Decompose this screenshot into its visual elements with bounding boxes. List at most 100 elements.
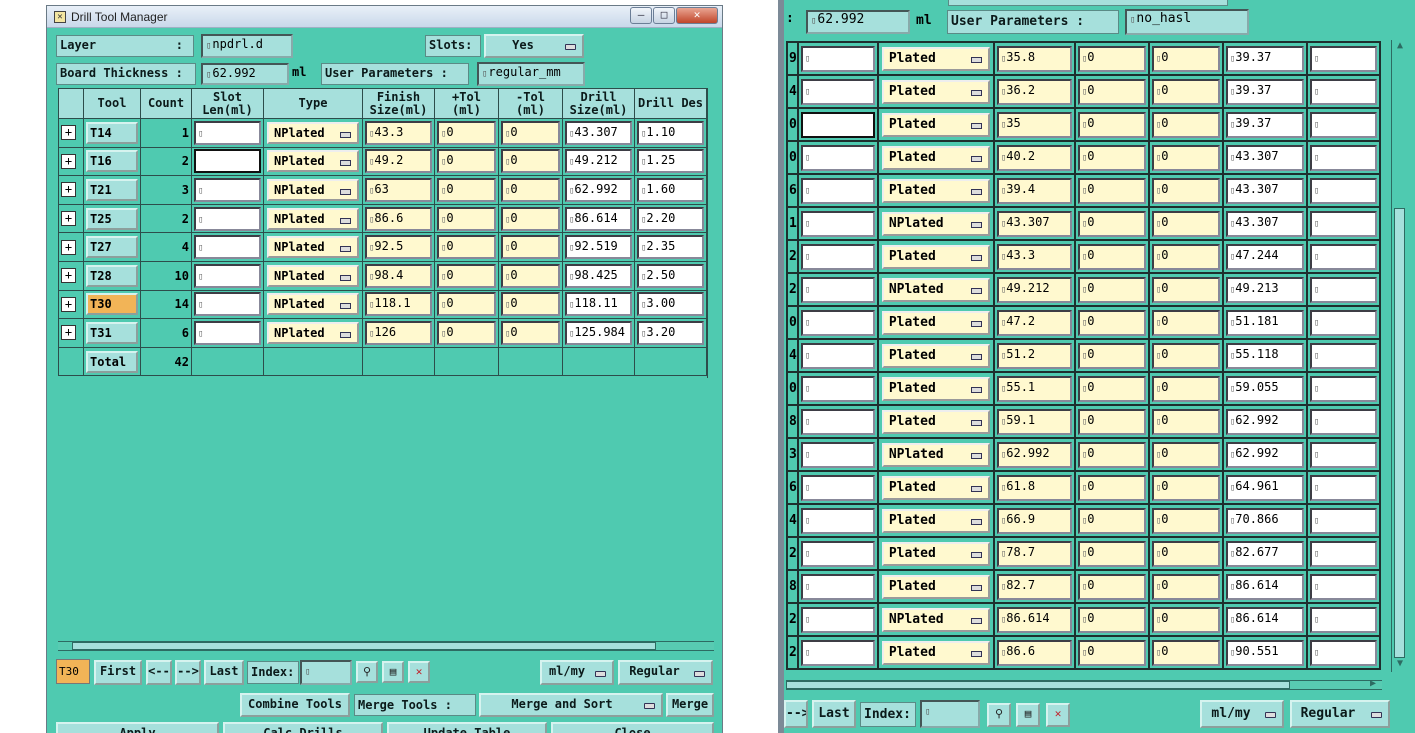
drill-size-input[interactable]: 59.055 — [1225, 375, 1304, 402]
drill-des-input[interactable] — [1309, 78, 1377, 105]
row-select-cell[interactable]: + — [58, 175, 84, 205]
drill-des-input[interactable]: 1.25 — [637, 149, 704, 174]
finish-size-input[interactable]: 66.9 — [996, 507, 1072, 534]
tool-id[interactable]: T28 — [86, 264, 138, 287]
finish-size-input[interactable]: 49.2 — [365, 149, 432, 174]
finish-size-input[interactable]: 92.5 — [365, 235, 432, 260]
close-button[interactable]: Close — [551, 722, 714, 733]
drill-des-input[interactable]: 2.50 — [637, 263, 704, 288]
finish-size-input[interactable]: 118.1 — [365, 292, 432, 317]
last-button[interactable]: Last — [812, 700, 856, 728]
row-select-cell[interactable]: + — [58, 260, 84, 291]
update-table-button[interactable]: Update Table — [387, 722, 547, 733]
index-input[interactable] — [300, 660, 352, 685]
plus-tol-input[interactable]: 0 — [1077, 144, 1146, 171]
first-button[interactable]: First — [94, 660, 142, 685]
finish-size-input[interactable]: 62.992 — [996, 441, 1072, 468]
combine-tools-button[interactable]: Combine Tools — [240, 693, 350, 717]
drill-des-input[interactable] — [1309, 45, 1377, 72]
merge-button[interactable]: Merge — [666, 693, 714, 717]
drill-size-input[interactable]: 51.181 — [1225, 309, 1304, 336]
plus-tol-input[interactable]: 0 — [1077, 243, 1146, 270]
plus-tol-input[interactable]: 0 — [1077, 78, 1146, 105]
scroll-down-icon[interactable]: ▼ — [1393, 658, 1407, 672]
type-dropdown[interactable]: NPlated — [267, 293, 359, 316]
row-select-icon[interactable]: + — [61, 211, 76, 227]
scrollbar-thumb[interactable] — [1394, 208, 1405, 658]
minus-tol-input[interactable]: 0 — [501, 320, 560, 345]
minus-tol-input[interactable]: 0 — [1151, 342, 1220, 369]
minus-tol-input[interactable]: 0 — [1151, 210, 1220, 237]
drill-des-input[interactable]: 3.20 — [637, 320, 704, 345]
plus-tol-input[interactable]: 0 — [1077, 408, 1146, 435]
prev-button[interactable]: <-- — [146, 660, 172, 685]
minus-tol-input[interactable]: 0 — [1151, 606, 1220, 633]
minimize-button[interactable]: – — [630, 7, 652, 24]
minus-tol-input[interactable]: 0 — [1151, 375, 1220, 402]
plus-tol-input[interactable]: 0 — [437, 149, 496, 174]
drill-des-input[interactable]: 1.60 — [637, 177, 704, 202]
slot-len-input[interactable] — [194, 120, 261, 145]
tool-id[interactable]: T30 — [86, 293, 138, 316]
slot-len-input[interactable] — [800, 639, 875, 666]
vertical-scrollbar[interactable]: ▲ ▼ — [1391, 40, 1407, 672]
drill-des-input[interactable] — [1309, 408, 1377, 435]
plus-tol-input[interactable]: 0 — [1077, 375, 1146, 402]
drill-des-input[interactable] — [1309, 342, 1377, 369]
tool-id[interactable]: T16 — [86, 150, 138, 173]
drill-size-input[interactable]: 39.37 — [1225, 111, 1304, 138]
next-button[interactable]: --> — [784, 700, 808, 728]
minus-tol-input[interactable]: 0 — [1151, 276, 1220, 303]
drill-size-input[interactable]: 43.307 — [565, 120, 632, 145]
type-dropdown[interactable]: Plated — [881, 508, 990, 533]
row-select-cell[interactable]: + — [58, 232, 84, 262]
minus-tol-input[interactable]: 0 — [1151, 408, 1220, 435]
finish-size-input[interactable]: 59.1 — [996, 408, 1072, 435]
plus-tol-input[interactable]: 0 — [1077, 474, 1146, 501]
drill-des-input[interactable] — [1309, 474, 1377, 501]
units-dropdown[interactable]: ml/my — [1200, 700, 1284, 728]
calc-drills-button[interactable]: Calc Drills — [223, 722, 383, 733]
tool-id[interactable]: T21 — [86, 178, 138, 201]
plus-tol-input[interactable]: 0 — [437, 263, 496, 288]
slot-len-input[interactable] — [800, 474, 875, 501]
plus-tol-input[interactable]: 0 — [1077, 540, 1146, 567]
layer-field[interactable]: npdrl.d — [201, 34, 293, 58]
plus-tol-input[interactable]: 0 — [437, 292, 496, 317]
drill-size-input[interactable]: 125.984 — [565, 320, 632, 345]
minus-tol-input[interactable]: 0 — [501, 149, 560, 174]
drill-size-input[interactable]: 82.677 — [1225, 540, 1304, 567]
minus-tol-input[interactable]: 0 — [1151, 45, 1220, 72]
slot-len-input[interactable] — [800, 144, 875, 171]
drill-size-input[interactable]: 62.992 — [1225, 441, 1304, 468]
finish-size-input[interactable]: 98.4 — [365, 263, 432, 288]
drill-size-input[interactable]: 86.614 — [565, 206, 632, 231]
slot-len-input[interactable] — [194, 320, 261, 345]
scrollbar-thumb[interactable] — [72, 642, 656, 650]
slot-len-input[interactable] — [194, 263, 261, 288]
finish-size-input[interactable]: 86.6 — [365, 206, 432, 231]
merge-mode-dropdown[interactable]: Merge and Sort — [479, 693, 663, 717]
type-dropdown[interactable]: NPlated — [267, 121, 359, 144]
drill-des-input[interactable] — [1309, 606, 1377, 633]
tool-id[interactable]: T27 — [86, 236, 138, 259]
finish-size-input[interactable]: 36.2 — [996, 78, 1072, 105]
slot-len-input[interactable] — [800, 78, 875, 105]
user-parameters-field[interactable]: no_hasl — [1125, 9, 1249, 35]
row-select-cell[interactable]: + — [58, 289, 84, 320]
plus-tol-input[interactable]: 0 — [1077, 276, 1146, 303]
drill-des-input[interactable] — [1309, 144, 1377, 171]
minus-tol-input[interactable]: 0 — [1151, 540, 1220, 567]
type-dropdown[interactable]: Plated — [881, 475, 990, 500]
drill-des-input[interactable] — [1309, 177, 1377, 204]
type-dropdown[interactable]: Plated — [881, 541, 990, 566]
finish-size-input[interactable]: 61.8 — [996, 474, 1072, 501]
drill-des-input[interactable] — [1309, 441, 1377, 468]
slot-len-input[interactable] — [800, 441, 875, 468]
next-button[interactable]: --> — [175, 660, 201, 685]
drill-size-input[interactable]: 62.992 — [1225, 408, 1304, 435]
drill-des-input[interactable]: 2.35 — [637, 235, 704, 260]
mode-dropdown[interactable]: Regular — [1290, 700, 1390, 728]
type-dropdown[interactable]: NPlated — [267, 321, 359, 344]
minus-tol-input[interactable]: 0 — [501, 120, 560, 145]
